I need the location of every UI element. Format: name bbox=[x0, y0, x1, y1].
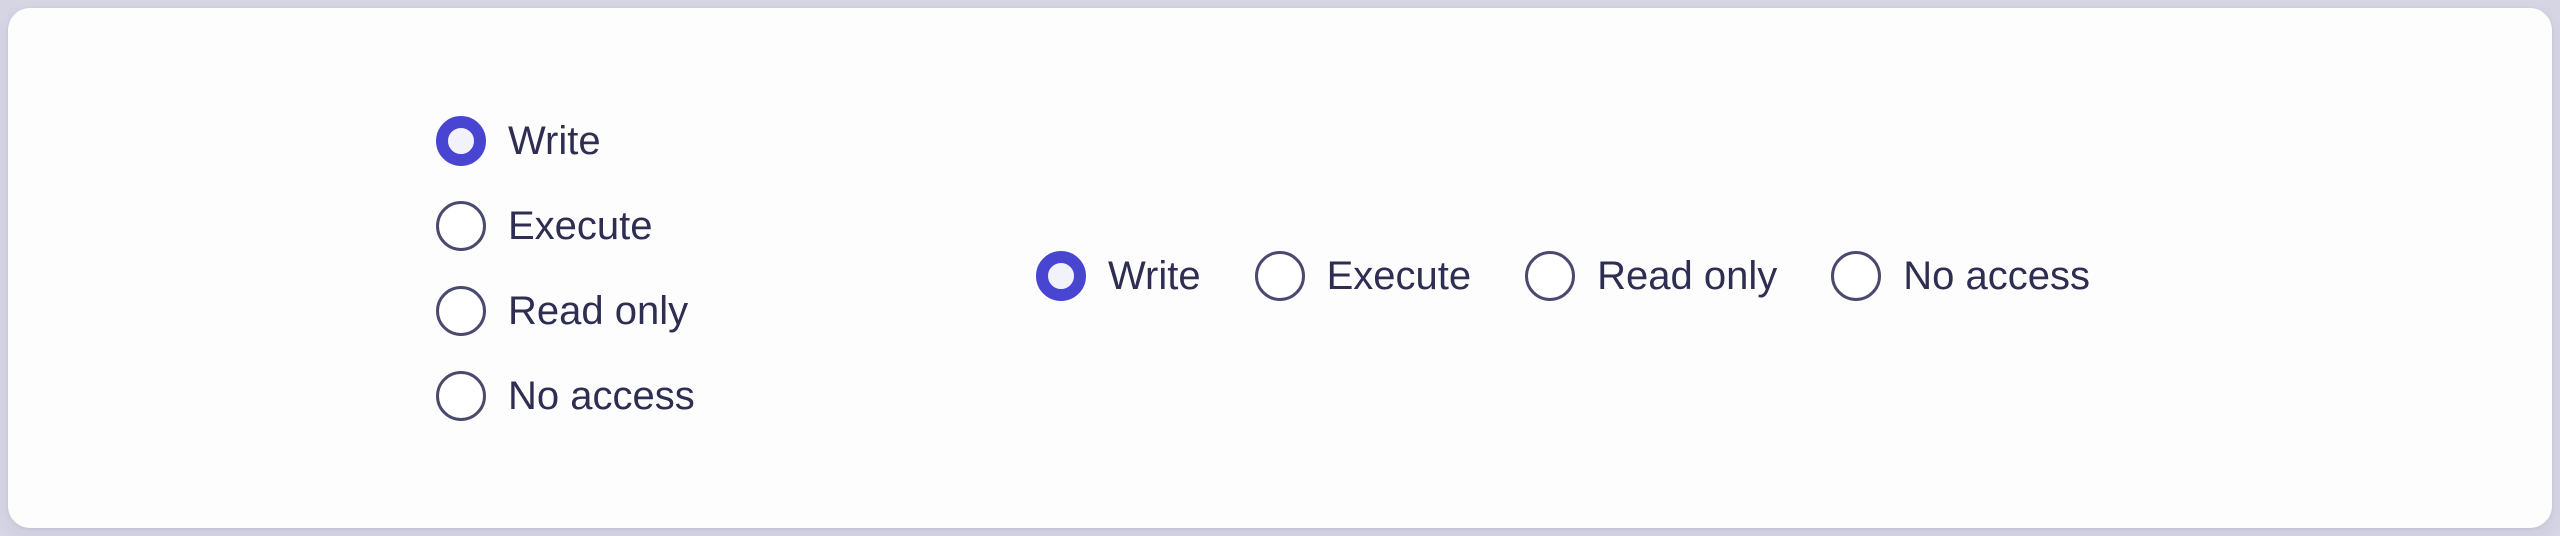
radio-option-read-only-vertical[interactable]: Read only bbox=[436, 286, 695, 336]
radio-option-label: Read only bbox=[508, 289, 689, 333]
radio-option-label: Execute bbox=[508, 204, 653, 248]
radio-option-write-vertical[interactable]: Write bbox=[436, 116, 695, 166]
radio-button-unselected-icon[interactable] bbox=[1831, 251, 1882, 301]
radio-button-unselected-icon[interactable] bbox=[436, 201, 486, 251]
radio-option-no-access-horizontal[interactable]: No access bbox=[1831, 251, 2090, 301]
radio-option-label: Write bbox=[508, 119, 601, 163]
radio-option-read-only-horizontal[interactable]: Read only bbox=[1525, 251, 1777, 301]
radio-option-label: Execute bbox=[1326, 254, 1472, 298]
radio-button-unselected-icon[interactable] bbox=[1525, 251, 1576, 301]
radio-option-label: No access bbox=[1903, 254, 2091, 298]
radio-option-write-horizontal[interactable]: Write bbox=[1036, 251, 1201, 301]
radio-button-selected-icon[interactable] bbox=[1036, 251, 1086, 301]
radio-button-unselected-icon[interactable] bbox=[436, 286, 486, 336]
radio-option-execute-vertical[interactable]: Execute bbox=[436, 201, 695, 251]
radio-option-no-access-vertical[interactable]: No access bbox=[436, 371, 695, 421]
radio-group-vertical: Write Execute Read only No access bbox=[436, 116, 695, 421]
radio-option-label: Read only bbox=[1597, 254, 1778, 298]
radio-button-unselected-icon[interactable] bbox=[1254, 251, 1305, 301]
radio-option-execute-horizontal[interactable]: Execute bbox=[1254, 251, 1472, 301]
radio-group-horizontal: Write Execute Read only No access bbox=[1036, 251, 2090, 301]
radio-showcase-card: Write Execute Read only No access Write … bbox=[8, 8, 2552, 528]
radio-option-label: Write bbox=[1108, 254, 1201, 298]
radio-button-unselected-icon[interactable] bbox=[436, 371, 486, 421]
radio-button-selected-icon[interactable] bbox=[436, 116, 486, 166]
radio-option-label: No access bbox=[508, 374, 695, 418]
